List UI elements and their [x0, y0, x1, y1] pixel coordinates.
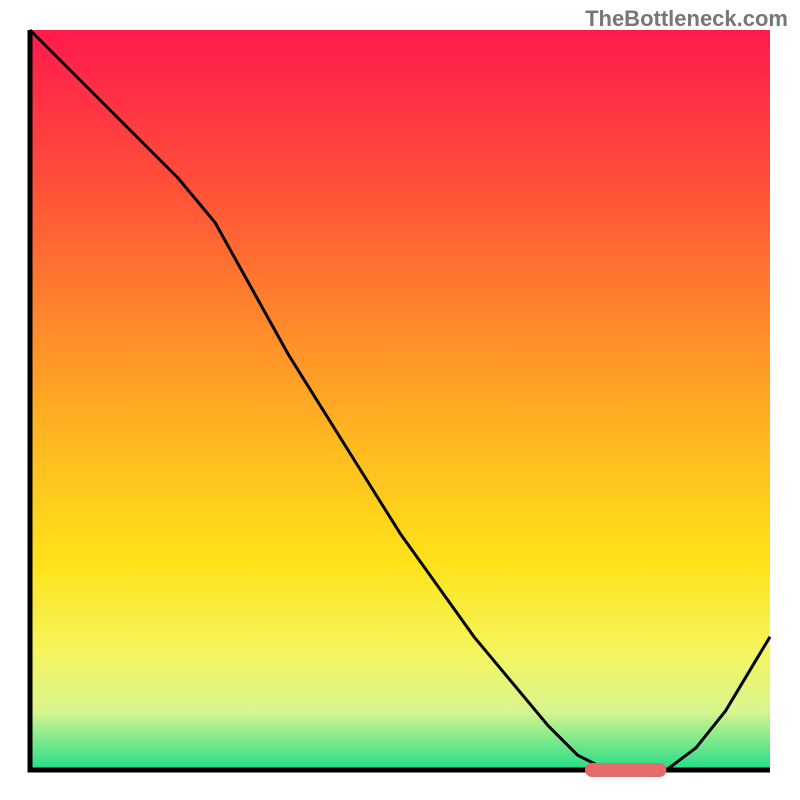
optimal-range-marker [585, 763, 666, 777]
watermark-text: TheBottleneck.com [585, 6, 788, 32]
bottleneck-chart [0, 0, 800, 800]
chart-container: TheBottleneck.com [0, 0, 800, 800]
